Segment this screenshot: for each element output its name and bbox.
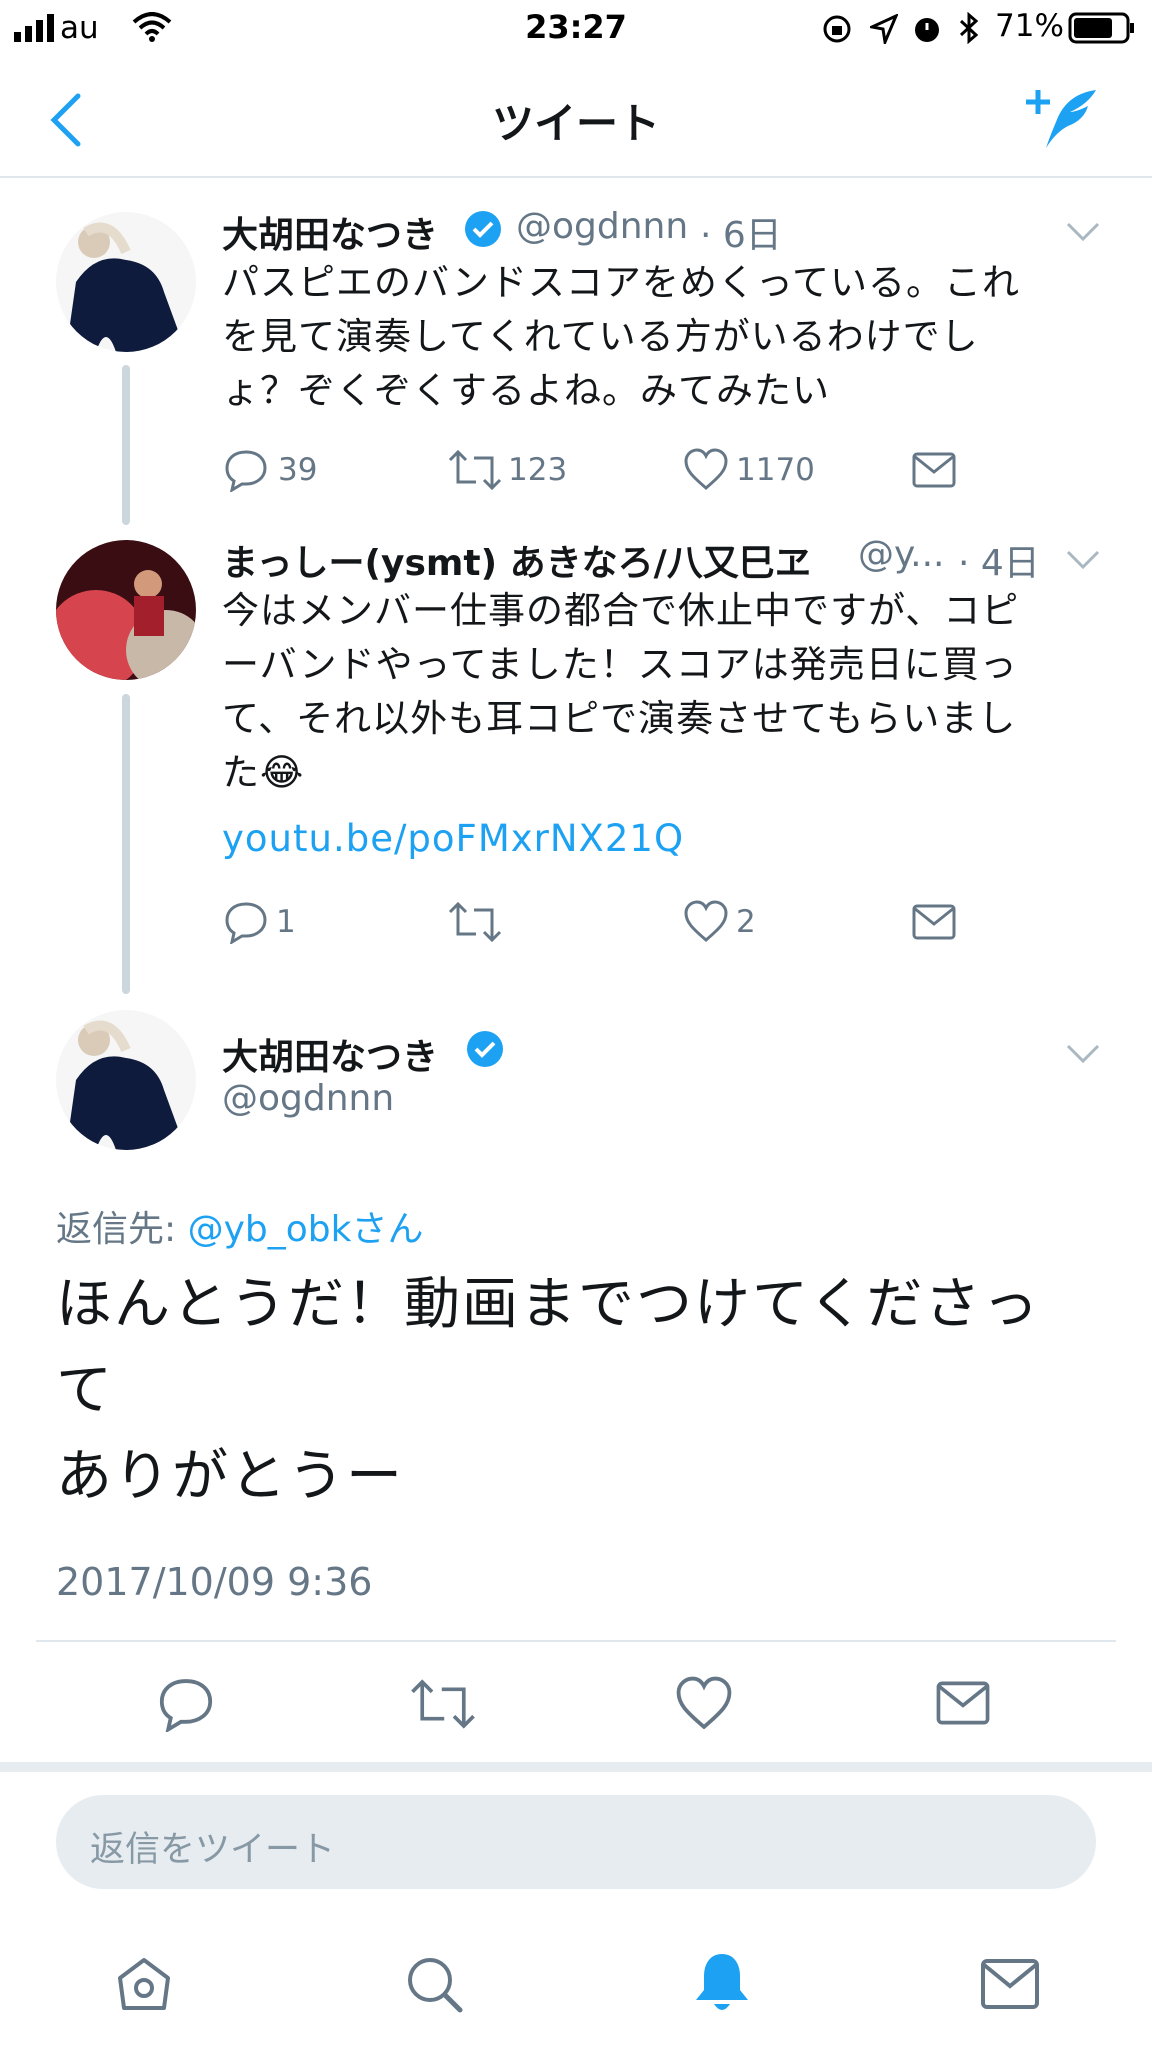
- page-title: ツイート: [491, 99, 660, 148]
- tweet-text: パスピエのバンドスコアをめくっている。これ を見て演奏してくれている方がいるわけ…: [222, 261, 1020, 412]
- avatar[interactable]: [56, 1010, 196, 1150]
- battery-icon: [1068, 12, 1134, 44]
- alarm-icon: [915, 18, 939, 42]
- avatar[interactable]: [56, 212, 196, 352]
- like-icon[interactable]: [684, 900, 728, 944]
- reply-icon[interactable]: [224, 900, 268, 944]
- thread-line: [122, 694, 130, 994]
- author-name[interactable]: まっしー(ysmt) あきなろ/八又巳ヱ: [222, 534, 811, 586]
- nav-bar: ツイート: [0, 56, 1152, 178]
- avatar[interactable]: [56, 540, 196, 680]
- like-icon[interactable]: [676, 1676, 732, 1732]
- tweet-text: 今はメンバー仕事の都合で休止中ですが、コピ ーバンドやってました！スコアは発売日…: [222, 589, 1020, 794]
- divider: [36, 1640, 1116, 1642]
- reply-icon[interactable]: [158, 1676, 214, 1732]
- author-name[interactable]: 大胡田なつき: [222, 206, 438, 258]
- like-icon[interactable]: [684, 448, 728, 492]
- verified-badge-icon: [467, 1031, 503, 1067]
- dm-envelope-icon[interactable]: [912, 452, 956, 488]
- status-bar: au 23:27 71%: [0, 0, 1152, 56]
- reply-to-handle[interactable]: @yb_obkさん: [188, 1209, 424, 1250]
- chevron-down-icon[interactable]: [1066, 1044, 1100, 1064]
- author-name[interactable]: 大胡田なつき: [222, 1028, 438, 1080]
- thread-line: [122, 365, 130, 525]
- section-separator: [0, 1762, 1152, 1772]
- compose-feather-icon[interactable]: [1026, 86, 1098, 150]
- tweet-timestamp: 2017/10/09 9:36: [56, 1560, 373, 1604]
- messages-envelope-icon[interactable]: [980, 1958, 1040, 2010]
- tweet-link[interactable]: youtu.be/poFMxrNX21Q: [222, 812, 684, 866]
- author-handle[interactable]: @y...: [858, 534, 945, 575]
- reply-placeholder: 返信をツイート: [90, 1830, 336, 1870]
- retweet-icon[interactable]: [410, 1676, 476, 1732]
- bluetooth-icon: [959, 12, 979, 44]
- like-count: 2: [736, 904, 756, 940]
- orientation-lock-icon: [823, 15, 851, 43]
- reply-count: 1: [276, 904, 296, 940]
- chevron-down-icon[interactable]: [1066, 550, 1100, 570]
- reply-icon[interactable]: [224, 448, 268, 492]
- author-handle[interactable]: @ogdnnn: [222, 1078, 394, 1119]
- tweet-time: · 4日: [958, 543, 1040, 584]
- reply-to-line: 返信先: @yb_obkさん: [56, 1200, 423, 1252]
- reply-input[interactable]: 返信をツイート: [56, 1795, 1096, 1889]
- tab-bar: [0, 1930, 1152, 2048]
- home-icon[interactable]: [114, 1954, 174, 2014]
- like-count: 1170: [736, 452, 815, 488]
- search-icon[interactable]: [404, 1954, 464, 2014]
- retweet-count: 123: [508, 452, 568, 488]
- retweet-icon[interactable]: [448, 448, 502, 492]
- main-tweet-text: ほんとうだ！動画までつけてくださっ て ありがとうー: [56, 1272, 1041, 1509]
- reply-count: 39: [278, 452, 318, 488]
- verified-badge-icon: [465, 211, 501, 247]
- dm-envelope-icon[interactable]: [912, 904, 956, 940]
- tweet-time: · 6日: [700, 215, 782, 256]
- battery-percent: 71%: [995, 8, 1064, 44]
- dm-envelope-icon[interactable]: [936, 1680, 990, 1726]
- location-arrow-icon: [870, 14, 898, 44]
- author-handle[interactable]: @ogdnnn: [516, 206, 688, 247]
- retweet-icon[interactable]: [448, 900, 502, 944]
- chevron-down-icon[interactable]: [1066, 222, 1100, 242]
- reply-to-label: 返信先:: [56, 1209, 188, 1250]
- notifications-bell-icon[interactable]: [692, 1950, 752, 2016]
